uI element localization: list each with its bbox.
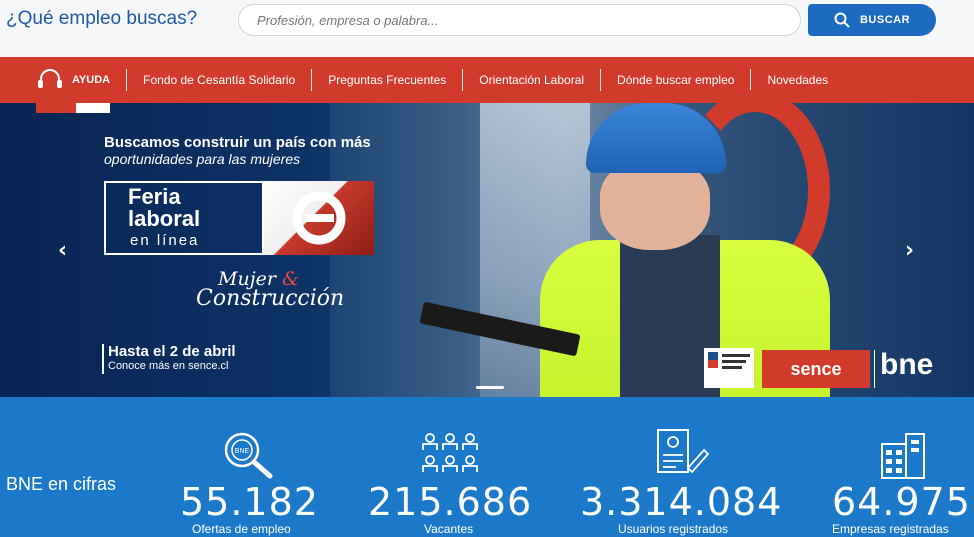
- building-icon: [876, 430, 936, 480]
- headset-icon: [38, 69, 62, 88]
- carousel-prev-button[interactable]: ‹: [58, 238, 67, 263]
- stat-ofertas-value: 55.182: [180, 480, 319, 524]
- gobierno-logo: [704, 348, 754, 388]
- search-icon: [834, 12, 850, 28]
- sence-logo: sence: [762, 350, 870, 388]
- worker-face-image: [600, 160, 710, 250]
- feria-line-1: Feria: [128, 184, 181, 209]
- bne-logo: bne: [880, 348, 934, 381]
- stat-usuarios-label: Usuarios registrados: [618, 522, 729, 536]
- carousel-pager-indicator[interactable]: [476, 386, 504, 389]
- nav-item-orientacion-laboral[interactable]: Orientación Laboral: [463, 69, 602, 91]
- nav-item-novedades[interactable]: Novedades: [751, 69, 844, 91]
- stats-title: BNE en cifras: [6, 474, 117, 494]
- nav-item-donde-buscar-empleo[interactable]: Dónde buscar empleo: [601, 69, 752, 91]
- feria-e-logo: [264, 181, 374, 255]
- search-bne-icon: BNE: [220, 430, 280, 480]
- nav-help-label: AYUDA: [72, 74, 111, 86]
- nav-item-help[interactable]: AYUDA: [0, 69, 128, 91]
- stat-vacantes-label: Vacantes: [424, 522, 474, 536]
- feria-title: Feria laboral: [128, 186, 200, 230]
- stat-ofertas-label: Ofertas de empleo: [192, 522, 291, 536]
- hero-more-info: Conoce más en sence.cl: [108, 360, 229, 372]
- feria-line-3: en línea: [130, 232, 200, 249]
- script-construccion: Construcción: [196, 286, 345, 311]
- search-button[interactable]: BUSCAR: [808, 4, 936, 36]
- nav-item-preguntas-frecuentes[interactable]: Preguntas Frecuentes: [312, 69, 464, 91]
- hero-title: Buscamos construir un país con más: [104, 134, 371, 151]
- svg-text:BNE: BNE: [235, 448, 250, 455]
- stat-empresas-value: 64.975: [832, 480, 971, 524]
- user-document-icon: [652, 428, 712, 478]
- logo-divider: [874, 350, 875, 388]
- hero-date: Hasta el 2 de abril: [108, 343, 236, 360]
- search-button-label: BUSCAR: [859, 14, 911, 26]
- stat-vacantes-value: 215.686: [368, 480, 533, 524]
- hero-subtitle: oportunidades para las mujeres: [104, 151, 301, 167]
- search-question: ¿Qué empleo buscas?: [6, 8, 198, 29]
- flag-strip-white: [76, 103, 110, 113]
- search-header: ¿Qué empleo buscas? BUSCAR: [0, 0, 974, 57]
- stat-empresas-label: Empresas registradas: [832, 522, 949, 536]
- nav-item-fondo-cesantia[interactable]: Fondo de Cesantía Solidario: [127, 69, 313, 91]
- people-group-icon: [420, 430, 480, 480]
- flag-strip-red: [36, 103, 76, 113]
- stat-usuarios-value: 3.314.084: [580, 480, 783, 524]
- main-nav: AYUDA Fondo de Cesantía Solidario Pregun…: [0, 57, 974, 103]
- date-accent-bar: [102, 344, 104, 374]
- search-input[interactable]: [238, 4, 801, 36]
- carousel-next-button[interactable]: ›: [905, 238, 914, 263]
- feria-line-2: laboral: [128, 206, 201, 231]
